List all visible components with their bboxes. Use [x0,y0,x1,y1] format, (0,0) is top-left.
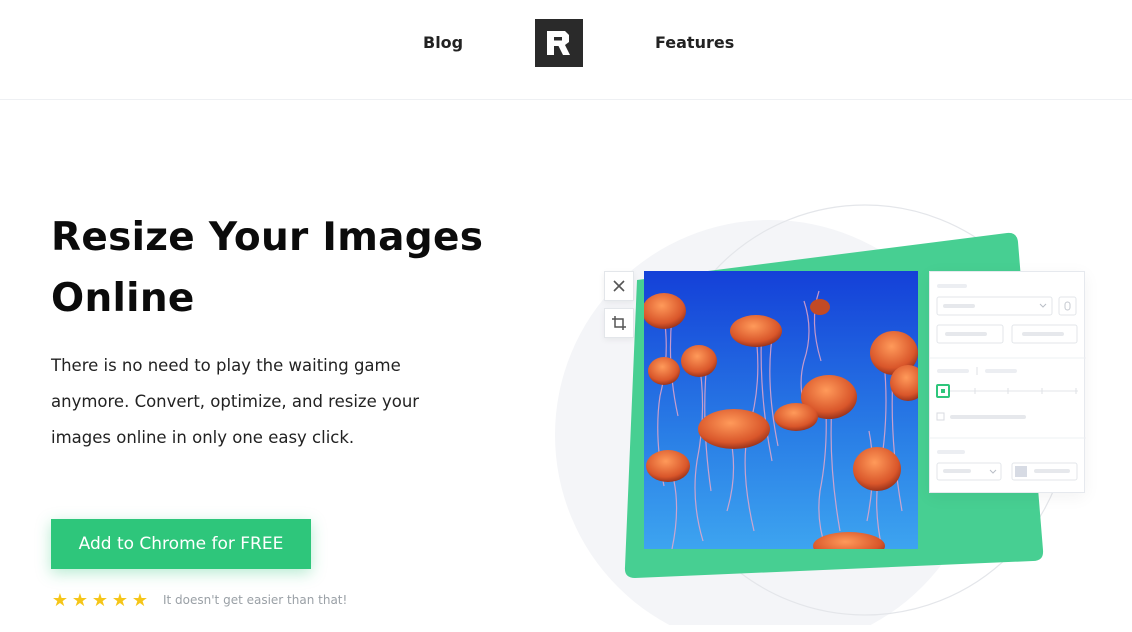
star-icon: ★ [71,589,89,611]
settings-panel [929,271,1086,493]
star-icon: ★ [131,589,149,611]
site-header: Blog Features [0,0,1132,100]
hero-description: There is no need to play the waiting gam… [51,356,420,447]
close-icon [613,280,625,292]
jellyfish-photo [644,271,918,549]
add-to-chrome-button[interactable]: Add to Chrome for FREE [51,519,311,569]
option-checkbox [936,412,945,421]
star-icon: ★ [51,589,69,611]
hero-title: Resize Your Images Online [51,215,484,321]
logo-r-icon [547,31,570,55]
lock-ratio-button [1058,296,1077,316]
rating-stars: ★ ★ ★ ★ ★ [51,590,149,611]
close-tool-button[interactable] [604,271,634,301]
star-icon: ★ [91,589,109,611]
crop-tool-button[interactable] [604,308,634,338]
rating-row: ★ ★ ★ ★ ★ It doesn't get easier than tha… [51,589,347,611]
logo[interactable] [535,19,583,67]
crop-icon [612,316,626,330]
nav-blog-link[interactable]: Blog [423,33,463,52]
star-icon: ★ [111,589,129,611]
rating-tagline: It doesn't get easier than that! [163,593,348,607]
nav-features-link[interactable]: Features [655,33,734,52]
